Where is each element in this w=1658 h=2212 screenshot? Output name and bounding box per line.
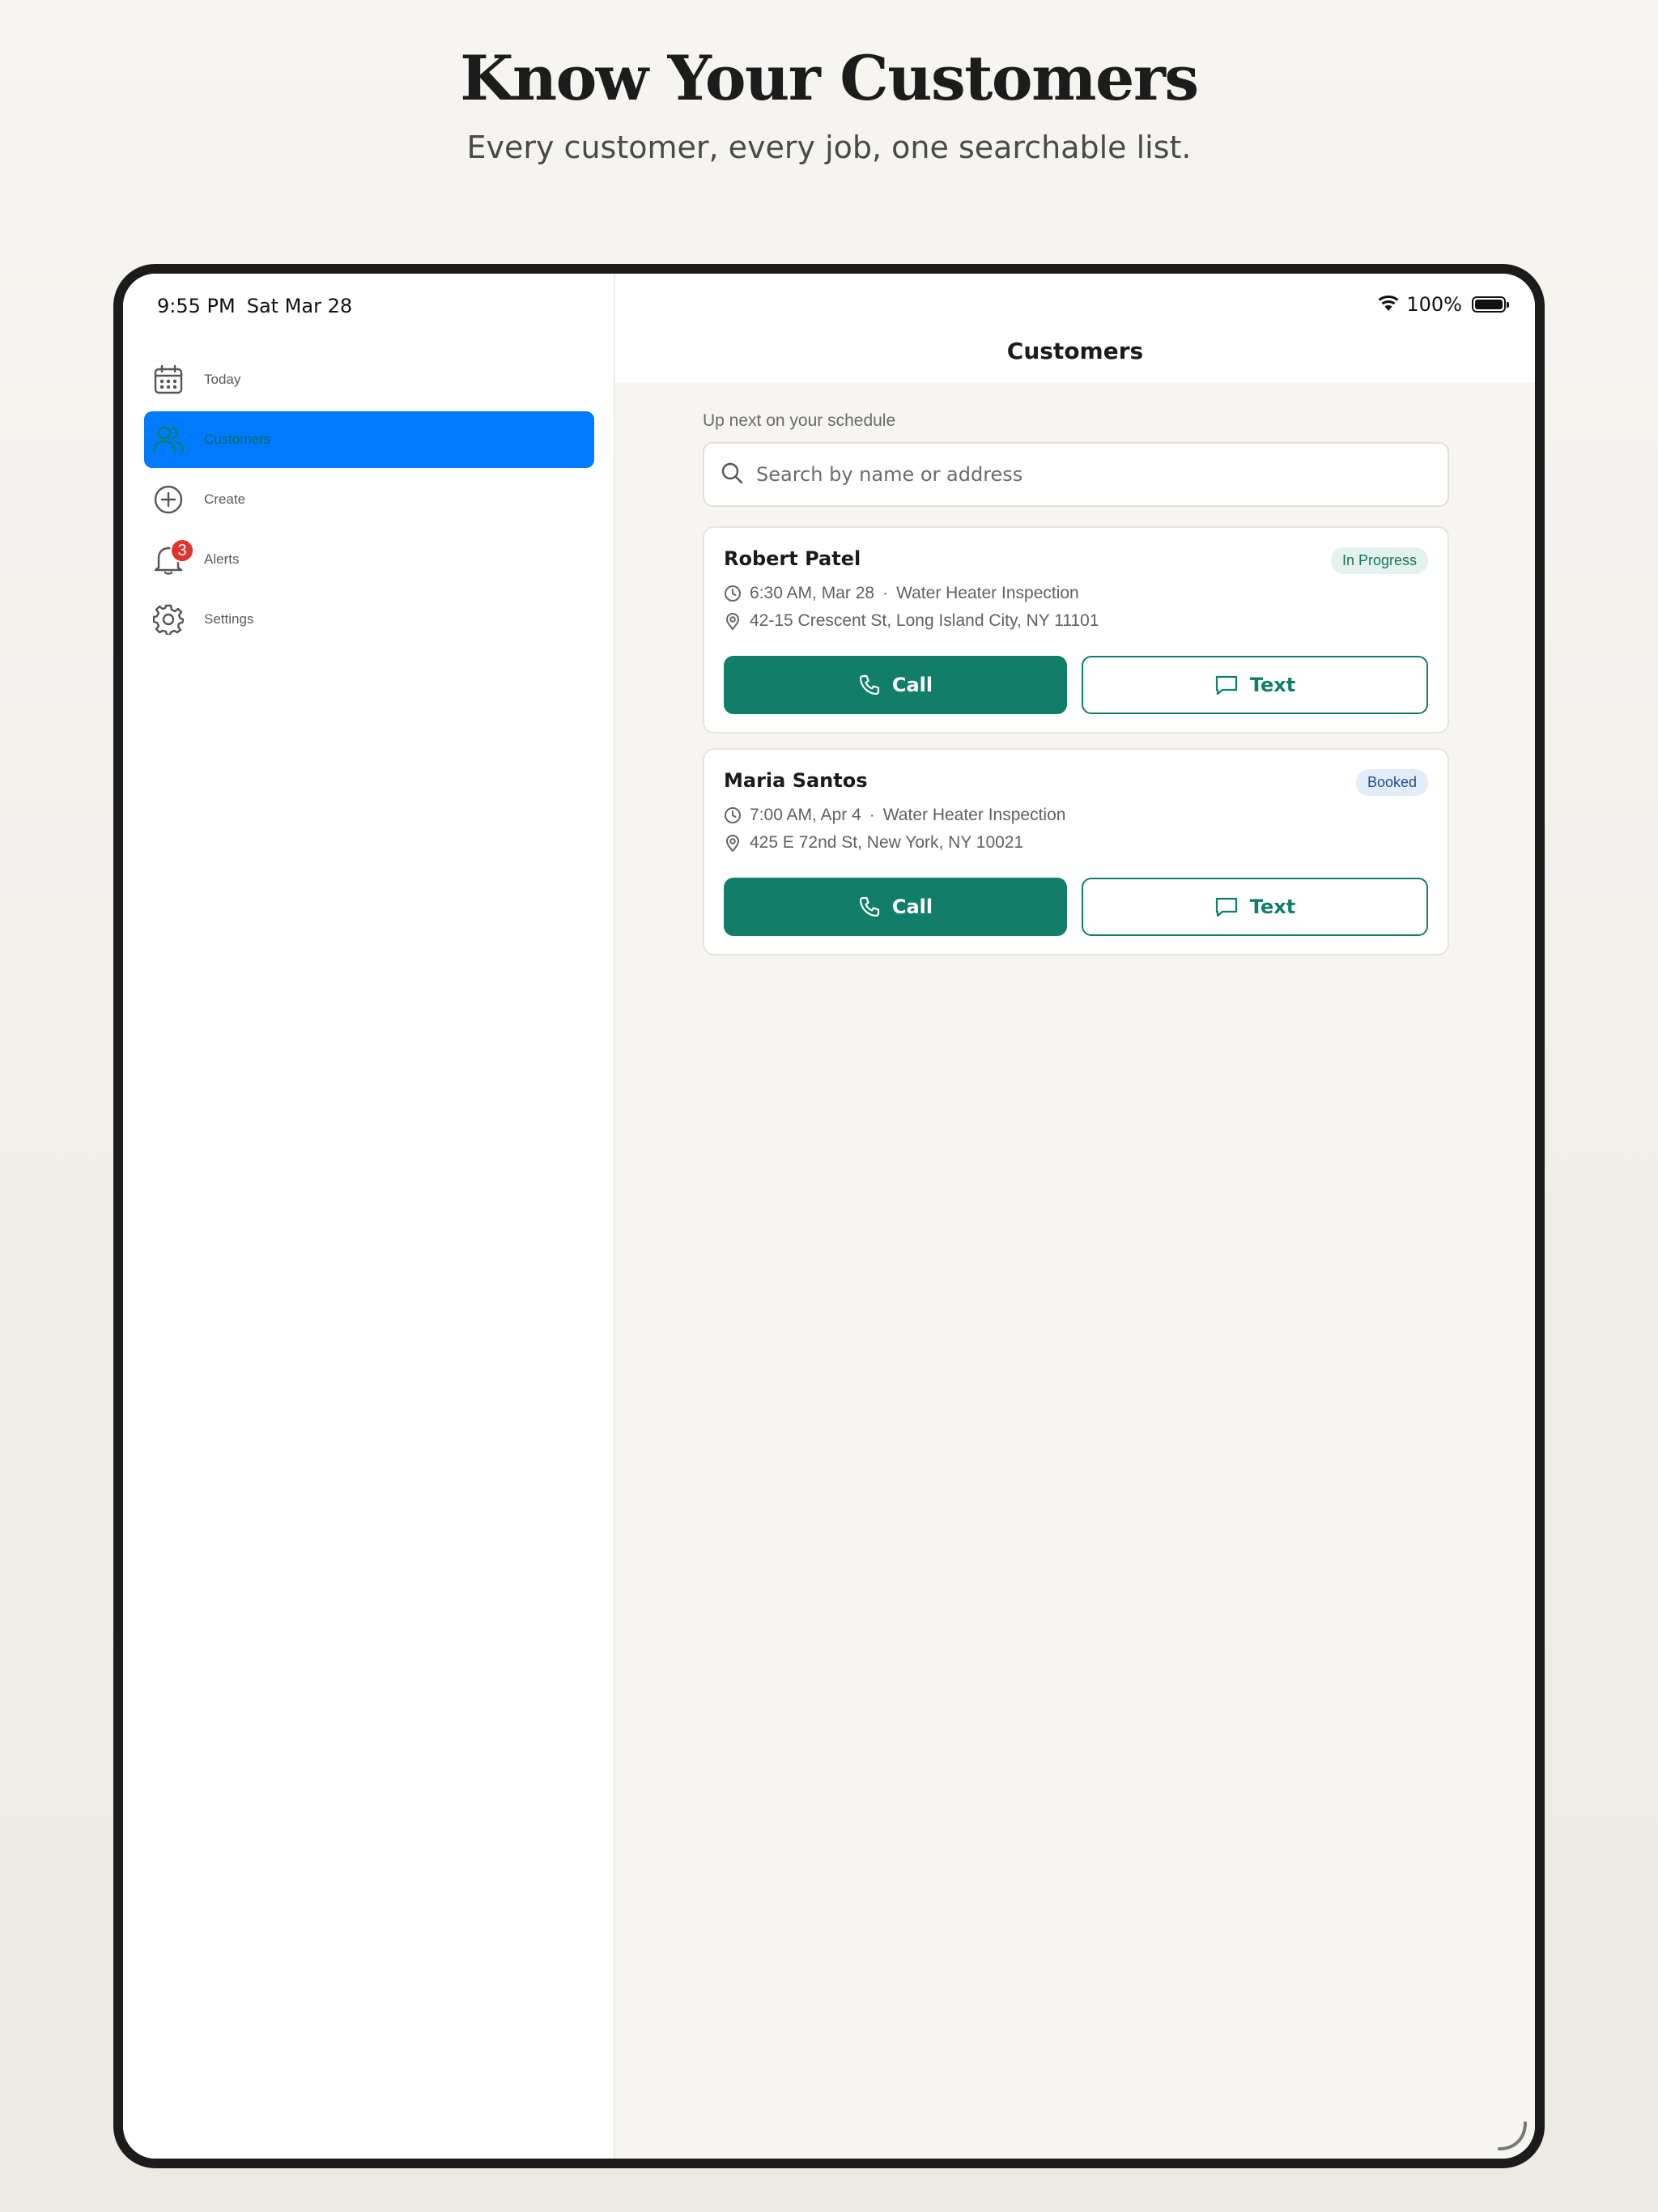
customer-address: 425 E 72nd St, New York, NY 10021 xyxy=(750,833,1024,852)
battery-fill xyxy=(1475,300,1503,309)
wifi-icon xyxy=(1377,293,1400,316)
sidebar-item-label: Customers xyxy=(204,432,271,447)
appointment-meta: 6:30 AM, Mar 28 · Water Heater Inspectio… xyxy=(724,580,1428,607)
clock-icon xyxy=(725,807,741,823)
search-bar xyxy=(703,442,1449,507)
appointment-meta: 7:00 AM, Apr 4 · Water Heater Inspection xyxy=(724,802,1428,829)
gear-icon xyxy=(152,603,185,636)
sidebar-item-today[interactable]: Today xyxy=(144,351,594,408)
text-button[interactable]: Text xyxy=(1082,878,1428,936)
address-meta: 42-15 Crescent St, Long Island City, NY … xyxy=(724,607,1428,635)
message-icon xyxy=(1215,897,1237,917)
text-label: Text xyxy=(1249,895,1296,918)
address-meta: 425 E 72nd St, New York, NY 10021 xyxy=(724,829,1428,857)
card-actions: Call Text xyxy=(724,656,1428,714)
location-pin-icon xyxy=(726,835,739,852)
page-title: Customers xyxy=(1006,338,1144,364)
status-date: Sat Mar 28 xyxy=(246,295,353,317)
section-label: Up next on your schedule xyxy=(703,411,896,430)
search-icon xyxy=(721,462,743,488)
search-input[interactable] xyxy=(755,462,1422,487)
customer-name: Robert Patel xyxy=(724,547,861,570)
resize-handle-icon[interactable] xyxy=(1494,2118,1530,2154)
status-time: 9:55 PM Sat Mar 28 xyxy=(157,295,352,317)
main-panel: 100% Customers Up next on your schedule xyxy=(615,274,1535,2159)
job-type: Water Heater Inspection xyxy=(882,806,1066,824)
text-label: Text xyxy=(1249,674,1296,696)
sidebar-item-label: Settings xyxy=(204,611,254,627)
marketing-subhead: Every customer, every job, one searchabl… xyxy=(466,130,1192,165)
bell-icon: 3 xyxy=(152,538,194,576)
marketing-headline: Know Your Customers xyxy=(460,42,1199,114)
people-icon xyxy=(152,423,185,456)
call-button[interactable]: Call xyxy=(724,656,1067,714)
customers-content: Up next on your schedule Robert Patel In… xyxy=(703,411,1449,970)
status-badge: Booked xyxy=(1355,769,1428,796)
battery-percent: 100% xyxy=(1406,293,1462,316)
sidebar-nav: Today Customers Create 3 Alerts Settings xyxy=(144,351,594,651)
alerts-badge: 3 xyxy=(170,538,194,563)
sidebar-item-label: Create xyxy=(204,491,246,507)
sidebar: 9:55 PM Sat Mar 28 Today Customers Creat… xyxy=(123,274,615,2159)
main-header: 100% Customers xyxy=(615,274,1535,382)
phone-icon xyxy=(859,896,879,917)
sidebar-item-customers[interactable]: Customers xyxy=(144,411,594,468)
appointment-time: 7:00 AM, Apr 4 xyxy=(750,806,861,824)
location-pin-icon xyxy=(726,613,739,630)
status-clock: 9:55 PM xyxy=(157,295,236,317)
status-indicators: 100% xyxy=(1377,293,1509,316)
customer-card[interactable]: Maria Santos Booked 7:00 AM, Apr 4 · Wat… xyxy=(703,748,1449,955)
sidebar-item-alerts[interactable]: 3 Alerts xyxy=(144,531,594,588)
plus-circle-icon xyxy=(152,483,185,516)
card-actions: Call Text xyxy=(724,878,1428,936)
job-type: Water Heater Inspection xyxy=(896,584,1079,602)
customer-name: Maria Santos xyxy=(724,769,868,792)
customer-address: 42-15 Crescent St, Long Island City, NY … xyxy=(750,611,1099,630)
customer-card[interactable]: Robert Patel In Progress 6:30 AM, Mar 28… xyxy=(703,526,1449,734)
clock-icon xyxy=(725,585,741,602)
battery-icon xyxy=(1472,296,1509,313)
app-screen: 9:55 PM Sat Mar 28 Today Customers Creat… xyxy=(123,274,1535,2159)
call-label: Call xyxy=(891,674,933,696)
call-label: Call xyxy=(891,895,933,918)
sidebar-item-settings[interactable]: Settings xyxy=(144,591,594,648)
sidebar-item-create[interactable]: Create xyxy=(144,471,594,528)
status-badge: In Progress xyxy=(1330,547,1428,574)
text-button[interactable]: Text xyxy=(1082,656,1428,714)
battery-cap xyxy=(1507,302,1509,308)
phone-icon xyxy=(859,674,879,696)
call-button[interactable]: Call xyxy=(724,878,1067,936)
sidebar-item-label: Today xyxy=(204,372,241,387)
tablet-frame: 9:55 PM Sat Mar 28 Today Customers Creat… xyxy=(113,264,1545,2168)
message-icon xyxy=(1215,675,1237,696)
sidebar-item-label: Alerts xyxy=(204,551,240,567)
appointment-time: 6:30 AM, Mar 28 xyxy=(750,584,875,602)
separator-dot: · xyxy=(869,806,875,824)
separator-dot: · xyxy=(882,584,889,602)
calendar-icon xyxy=(152,364,185,396)
